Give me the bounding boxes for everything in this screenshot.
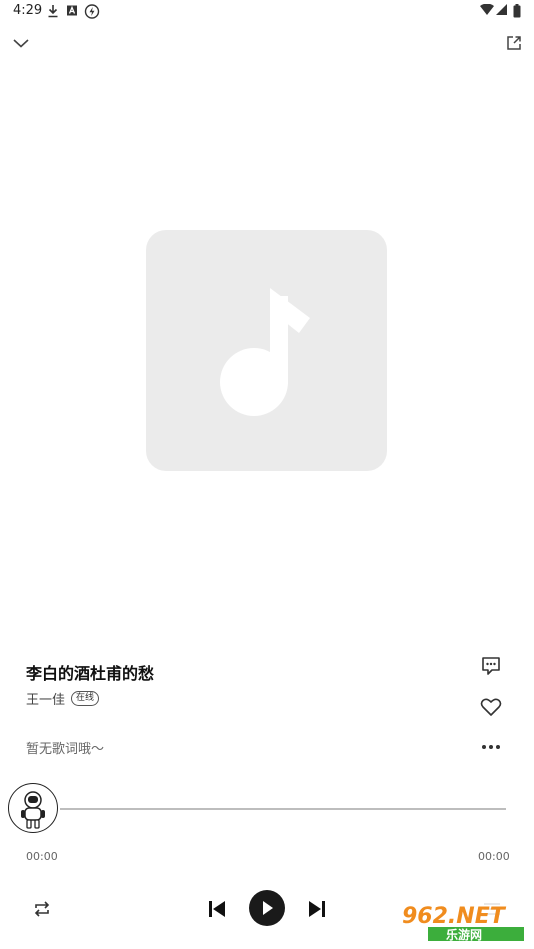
more-button[interactable] — [477, 733, 505, 761]
collapse-button[interactable] — [7, 29, 35, 57]
watermark-graphic: 962.NET 乐游网 — [402, 904, 524, 942]
artist-name[interactable]: 王一佳 — [26, 689, 65, 708]
share-button[interactable] — [500, 29, 528, 57]
like-button[interactable] — [477, 693, 505, 721]
wifi-icon — [480, 4, 494, 15]
source-badge: 在线 — [71, 691, 100, 706]
astronaut-icon — [21, 791, 45, 829]
font-icon — [67, 5, 77, 16]
next-button[interactable] — [303, 895, 331, 923]
progress-track[interactable] — [60, 808, 506, 810]
download-icon — [48, 5, 58, 18]
total-time: 00:00 — [478, 850, 510, 863]
more-icon — [482, 745, 500, 749]
status-time: 4:29 — [13, 3, 43, 18]
comment-icon — [482, 657, 500, 675]
music-note-icon — [220, 288, 310, 416]
song-title: 李白的酒杜甫的愁 — [26, 664, 155, 683]
lyrics-placeholder[interactable]: 暂无歌词哦～ — [26, 738, 104, 757]
signal-icon — [496, 4, 507, 15]
play-button[interactable] — [249, 890, 285, 926]
artist-row[interactable]: 王一佳 在线 — [26, 689, 100, 708]
progress-thumb-avatar[interactable] — [8, 783, 58, 833]
charging-icon — [84, 4, 100, 19]
previous-icon — [209, 901, 225, 917]
repeat-button[interactable] — [28, 895, 56, 923]
play-icon — [263, 901, 273, 915]
comment-button[interactable] — [477, 652, 505, 680]
chevron-down-icon — [13, 39, 29, 48]
watermark-bottom-text: 乐游网 — [446, 927, 482, 942]
current-time: 00:00 — [26, 850, 58, 863]
album-art — [146, 230, 387, 471]
previous-button[interactable] — [203, 895, 231, 923]
watermark-top-text: 962.NET — [402, 904, 507, 929]
share-icon — [507, 36, 521, 50]
watermark-logo: 962.NET 乐游网 — [394, 899, 528, 943]
repeat-icon — [34, 901, 50, 917]
heart-icon — [480, 698, 502, 716]
battery-icon — [513, 4, 521, 18]
next-icon — [309, 901, 325, 917]
